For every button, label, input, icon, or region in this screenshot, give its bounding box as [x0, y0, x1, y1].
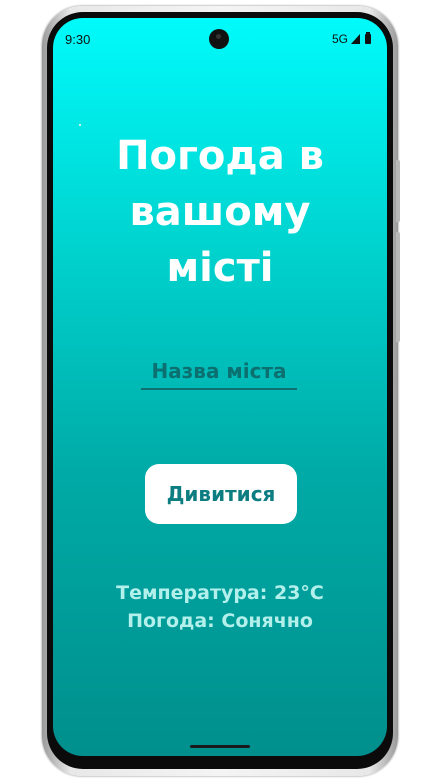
home-indicator[interactable]	[190, 745, 250, 748]
decorative-dot	[79, 124, 81, 126]
network-label: 5G	[331, 32, 348, 46]
status-indicators: 5G	[332, 32, 371, 46]
power-button	[396, 160, 400, 222]
weather-condition-text: Погода: Сонячно	[127, 610, 313, 632]
front-camera-icon	[209, 29, 229, 49]
weather-result: Температура: 23°C Погода: Сонячно	[53, 579, 387, 635]
battery-icon	[365, 32, 371, 44]
page-title: Погода в вашому місті	[116, 133, 324, 291]
status-time: 9:30	[65, 32, 91, 47]
app-screen: 9:30 5G Погода в вашому місті Дивитися Т…	[53, 18, 387, 756]
temperature-text: Температура: 23°C	[116, 582, 324, 604]
view-weather-button[interactable]: Дивитися	[145, 464, 297, 524]
city-name-input[interactable]	[141, 354, 297, 390]
volume-button	[396, 232, 400, 342]
signal-icon	[351, 34, 360, 44]
status-bar: 9:30 5G	[53, 18, 387, 62]
